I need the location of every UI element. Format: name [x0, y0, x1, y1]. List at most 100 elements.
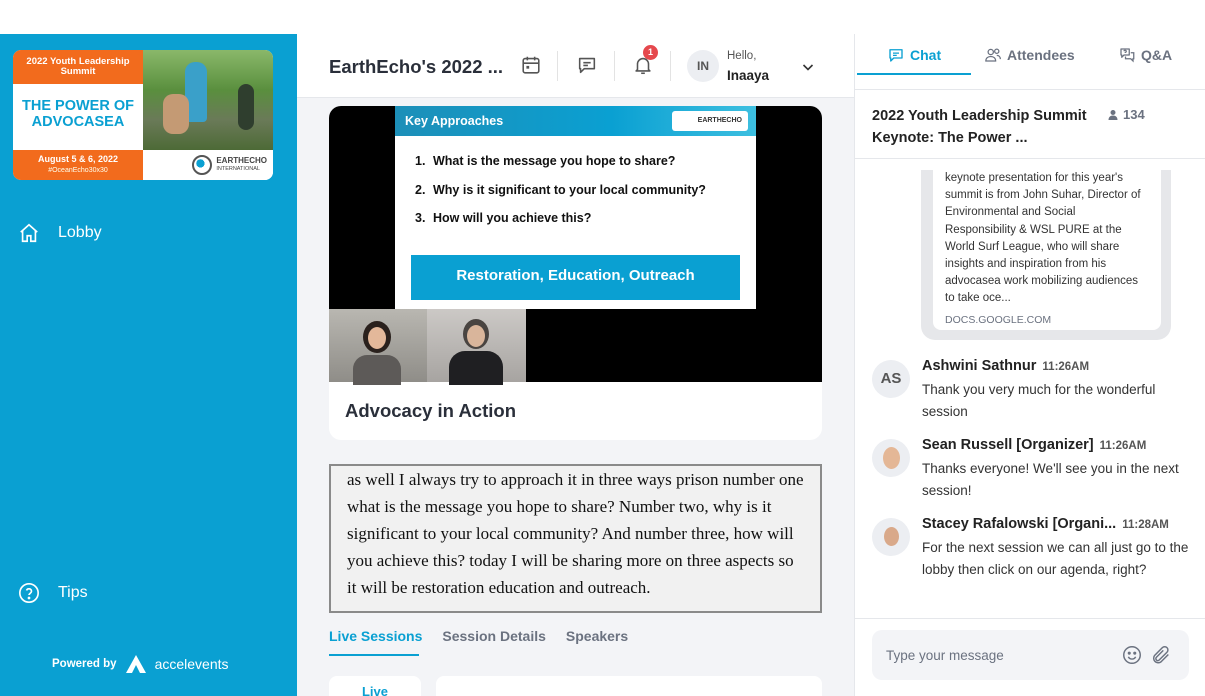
slide-item-number: 3.	[415, 211, 426, 225]
message-input[interactable]	[886, 642, 1106, 668]
banner-hashtag: #OceanEcho30x30	[48, 167, 108, 174]
session-list-card[interactable]	[436, 676, 822, 696]
calendar-icon[interactable]	[520, 54, 542, 76]
slide-title: Key Approaches	[405, 114, 504, 128]
active-tab-indicator	[857, 73, 971, 75]
slide-list-item: 3. How will you achieve this?	[415, 211, 756, 240]
tab-live-sessions[interactable]: Live Sessions	[329, 628, 422, 644]
earthecho-logo: EARTHECHO INTERNATIONAL	[143, 150, 273, 180]
slide-item-text: Why is it significant to your local comm…	[433, 182, 706, 197]
sidebar-item-lobby[interactable]: Lobby	[18, 222, 102, 244]
chat-session-title: 2022 Youth Leadership Summit Keynote: Th…	[872, 108, 1087, 146]
message-time: 11:26AM	[1099, 440, 1147, 452]
session-name: Advocacy in Action	[345, 400, 516, 421]
notification-badge: 1	[643, 45, 658, 60]
header-divider	[614, 51, 615, 81]
emoji-icon[interactable]	[1121, 644, 1143, 666]
header-divider	[557, 51, 558, 81]
chat-bubble-icon[interactable]	[576, 54, 598, 76]
browser-top-strip	[0, 0, 1205, 34]
accelevents-brand: accelevents	[154, 656, 229, 672]
tab-qa[interactable]: Q&A	[1118, 46, 1172, 64]
banner-dates: August 5 & 6, 2022 #OceanEcho30x30	[13, 150, 143, 180]
sidebar: 2022 Youth Leadership Summit THE POWER O…	[0, 34, 297, 696]
sender-name: Stacey Rafalowski [Organi...	[922, 516, 1117, 532]
user-name[interactable]: Inaaya	[727, 68, 769, 83]
message-text: For the next session we can all just go …	[922, 540, 1189, 577]
globe-icon	[192, 155, 213, 175]
sidebar-item-tips[interactable]: Tips	[18, 582, 88, 604]
slide-item-number: 2.	[415, 182, 426, 197]
banner-summit-title: 2022 Youth Leadership Summit	[13, 50, 143, 84]
logo-line1: EARTHECHO	[216, 156, 267, 165]
event-title[interactable]: EarthEcho's 2022 ...	[329, 56, 503, 78]
message-time: 11:28AM	[1122, 519, 1169, 531]
chat-panel: Chat Attendees Q&A 2022 Youth Leadership…	[854, 34, 1205, 696]
top-header: EarthEcho's 2022 ... 1 IN Hello, Inaaya	[297, 34, 854, 98]
home-icon	[20, 223, 38, 243]
slide-header: Key Approaches EARTHECHO	[395, 106, 756, 136]
speaker-camera-tile[interactable]	[329, 309, 427, 385]
avatar-face	[884, 527, 899, 546]
active-tab-indicator	[329, 654, 419, 656]
slide-item-text: What is the message you hope to share?	[433, 154, 676, 168]
panel-tabs: Chat Attendees Q&A	[855, 34, 1205, 90]
link-preview-text: keynote presentation for this year's sum…	[945, 172, 1141, 305]
user-avatar[interactable]	[872, 518, 910, 556]
avatar-face	[883, 447, 900, 469]
user-avatar[interactable]: AS	[872, 360, 910, 398]
tab-attendees[interactable]: Attendees	[984, 46, 1075, 64]
banner-headline: THE POWER OF ADVOCASEA	[13, 84, 143, 150]
event-banner[interactable]: 2022 Youth Leadership Summit THE POWER O…	[13, 50, 273, 180]
link-preview-card[interactable]: keynote presentation for this year's sum…	[933, 170, 1161, 330]
slide-callout: Restoration, Education, Outreach	[411, 255, 740, 300]
message-bubble: keynote presentation for this year's sum…	[921, 170, 1171, 340]
message-composer	[872, 630, 1189, 680]
captions-text: as well I always try to approach it in t…	[347, 470, 804, 597]
speaker-body	[353, 355, 401, 385]
person-icon	[1108, 109, 1118, 120]
help-circle-icon	[19, 583, 39, 603]
panel-divider	[855, 158, 1205, 159]
live-filter-chip[interactable]: Live	[329, 676, 421, 696]
photo-person	[163, 94, 189, 134]
accelevents-logo-icon	[125, 655, 146, 673]
paperclip-icon[interactable]	[1150, 644, 1172, 666]
user-avatar[interactable]: IN	[687, 50, 719, 82]
banner-top-line2: Summit	[60, 66, 96, 77]
tab-label: Q&A	[1141, 47, 1173, 63]
sender-name: Sean Russell [Organizer]	[922, 437, 1094, 453]
live-captions[interactable]: as well I always try to approach it in t…	[329, 464, 822, 613]
tab-label: Attendees	[1007, 47, 1075, 63]
tab-session-details[interactable]: Session Details	[442, 628, 546, 644]
users-icon	[985, 48, 1001, 62]
slide-logo: EARTHECHO	[672, 111, 748, 131]
interpreter-camera-tile[interactable]	[427, 309, 526, 385]
message-text: Thank you very much for the wonderful se…	[922, 382, 1156, 419]
photo-person	[238, 84, 254, 130]
header-divider	[670, 51, 671, 81]
video-player[interactable]: Key Approaches EARTHECHO 1. What is the m…	[329, 106, 822, 385]
interpreter-body	[449, 351, 503, 385]
main-content: EarthEcho's 2022 ... 1 IN Hello, Inaaya …	[297, 34, 854, 696]
powered-by-label: Powered by	[52, 658, 117, 670]
message-header: Sean Russell [Organizer] 11:26AM	[922, 437, 1146, 453]
message-text: Thanks everyone! We'll see you in the ne…	[922, 461, 1179, 498]
sender-name: Ashwini Sathnur	[922, 358, 1037, 374]
slide-item-text: How will you achieve this?	[433, 211, 592, 225]
tab-chat[interactable]: Chat	[887, 46, 941, 64]
message-header: Stacey Rafalowski [Organi... 11:28AM	[922, 516, 1169, 532]
message-header: Ashwini Sathnur 11:26AM	[922, 358, 1089, 374]
powered-by[interactable]: Powered by accelevents	[52, 654, 229, 674]
user-avatar[interactable]	[872, 439, 910, 477]
chat-icon	[889, 49, 903, 62]
live-filter-label: Live	[361, 684, 388, 696]
question-bubble-icon	[1120, 48, 1135, 63]
tab-speakers[interactable]: Speakers	[566, 628, 628, 644]
banner-headline-line1: THE POWER OF	[22, 98, 134, 114]
slide-list-item: 1. What is the message you hope to share?	[415, 154, 756, 183]
chevron-down-icon[interactable]	[801, 60, 815, 74]
greeting-label: Hello,	[727, 50, 757, 62]
interpreter-face	[467, 325, 485, 347]
logo-line2: INTERNATIONAL	[216, 166, 260, 172]
